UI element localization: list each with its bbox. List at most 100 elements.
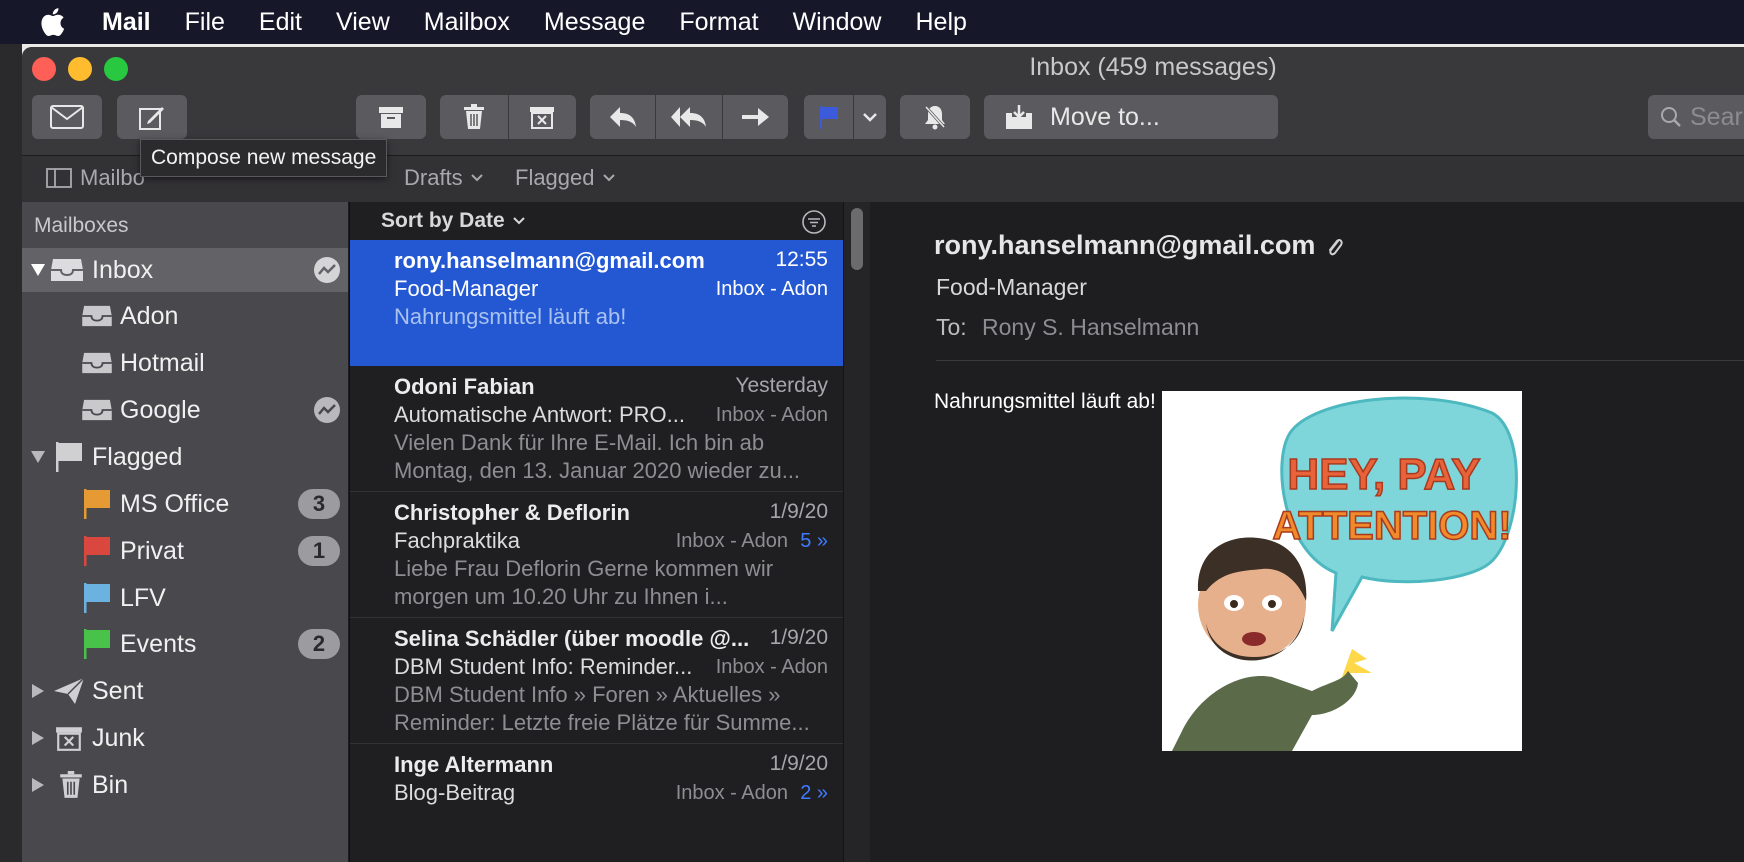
message-preview: Liebe Frau Deflorin Gerne kommen wir mor…: [394, 556, 774, 609]
drafts-favorite-button[interactable]: Drafts: [404, 165, 483, 191]
paper-plane-icon: [52, 676, 86, 706]
mailboxes-toggle-button[interactable]: Mailbo: [46, 165, 145, 191]
compose-tooltip: Compose new message: [140, 139, 388, 177]
message-date: 1/9/20: [769, 500, 828, 523]
search-placeholder: Sear: [1690, 102, 1743, 131]
filter-button[interactable]: [802, 210, 826, 240]
flagged-favorite-button[interactable]: Flagged: [515, 165, 615, 191]
scrollbar-thumb[interactable]: [851, 208, 863, 270]
apple-menu-icon[interactable]: [24, 0, 80, 44]
sidebar-item-junk[interactable]: Junk: [22, 716, 348, 760]
flag-group: [804, 95, 886, 139]
move-to-button[interactable]: Move to...: [984, 95, 1278, 139]
reply-group: [590, 95, 788, 139]
sidebar-item-google[interactable]: Google: [22, 388, 348, 432]
red-flag-icon: [80, 536, 114, 566]
message-row[interactable]: Selina Schädler (über moodle @... 1/9/20…: [350, 618, 844, 744]
mute-button[interactable]: [900, 95, 970, 139]
reply-button[interactable]: [590, 95, 655, 139]
sidebar-item-privat[interactable]: Privat 1: [22, 529, 348, 573]
menu-mailbox[interactable]: Mailbox: [424, 8, 510, 37]
inline-image-attachment[interactable]: HEY, PAY ATTENTION!: [1162, 391, 1522, 751]
green-flag-icon: [80, 629, 114, 659]
blue-flag-icon: [819, 106, 838, 129]
sidebar-item-adon[interactable]: Adon: [22, 294, 348, 338]
sidebar-item-hotmail[interactable]: Hotmail: [22, 341, 348, 385]
message-date: 1/9/20: [769, 752, 828, 775]
message-mailbox: Inbox - Adon: [715, 404, 828, 426]
archive-button[interactable]: [356, 95, 426, 139]
disclosure-triangle-icon[interactable]: [30, 262, 46, 278]
light-blue-flag-icon: [80, 583, 114, 613]
sidebar-item-label: Privat: [120, 536, 184, 565]
search-field[interactable]: Sear: [1648, 95, 1744, 139]
message-row[interactable]: Odoni Fabian Yesterday Automatische Antw…: [350, 366, 844, 492]
message-mailbox: Inbox - Adon: [715, 656, 828, 678]
inbox-tray-icon: [80, 395, 114, 425]
thread-count[interactable]: 5 »: [800, 530, 828, 553]
menu-window[interactable]: Window: [793, 8, 882, 37]
disclosure-triangle-icon[interactable]: [30, 777, 46, 793]
to-label: To:: [936, 314, 967, 340]
flag-button[interactable]: [804, 95, 853, 139]
message-subject: DBM Student Info: Reminder...: [394, 654, 693, 679]
message-mailbox: Inbox - Adon: [675, 782, 788, 804]
flag-dropdown-button[interactable]: [853, 95, 886, 139]
menu-help[interactable]: Help: [915, 8, 966, 37]
message-preview: DBM Student Info » Foren » Aktuelles » R…: [394, 682, 810, 735]
delete-button[interactable]: [440, 95, 508, 139]
sidebar-item-ms-office[interactable]: MS Office 3: [22, 482, 348, 526]
forward-button[interactable]: [721, 95, 788, 139]
menu-bar: Mail File Edit View Mailbox Message Form…: [0, 0, 1744, 44]
sidebar-item-lfv[interactable]: LFV: [22, 576, 348, 620]
message-preview: Vielen Dank für Ihre E-Mail. Ich bin ab …: [394, 430, 801, 483]
sort-by-date-button[interactable]: Sort by Date: [381, 209, 525, 233]
sidebar-item-inbox[interactable]: Inbox: [22, 248, 348, 292]
get-mail-button[interactable]: [32, 95, 102, 139]
sidebar-item-label: Events: [120, 629, 197, 658]
junk-button[interactable]: [507, 95, 577, 139]
message-sender: Odoni Fabian: [394, 374, 535, 399]
message-row[interactable]: rony.hanselmann@gmail.com 12:55 Food-Man…: [350, 240, 844, 366]
sidebar-item-label: Inbox: [92, 255, 154, 284]
chevron-down-icon: [512, 217, 525, 225]
inbox-tray-icon: [80, 348, 114, 378]
disclosure-triangle-icon[interactable]: [30, 683, 46, 699]
menu-view[interactable]: View: [336, 8, 390, 37]
thread-count[interactable]: 2 »: [800, 782, 828, 805]
disclosure-triangle-icon[interactable]: [30, 449, 46, 465]
image-text-line2: ATTENTION!: [1272, 504, 1511, 548]
menu-format[interactable]: Format: [679, 8, 758, 37]
reply-icon: [609, 107, 636, 127]
search-icon: [1661, 107, 1681, 127]
sidebar-item-label: Adon: [120, 301, 179, 330]
menu-file[interactable]: File: [185, 8, 225, 37]
sidebar-item-label: Flagged: [92, 442, 183, 471]
filter-icon: [802, 210, 826, 234]
envelope-icon: [50, 105, 84, 129]
recipient-name[interactable]: Rony S. Hanselmann: [982, 314, 1199, 341]
disclosure-triangle-icon[interactable]: [30, 730, 46, 746]
header-divider: [936, 360, 1744, 361]
mail-window: Inbox (459 messages) Move to... Sear Mai…: [22, 47, 1744, 862]
sidebar-item-label: LFV: [120, 583, 166, 612]
message-subject: Blog-Beitrag: [394, 780, 516, 805]
compose-button[interactable]: [117, 95, 187, 139]
chevron-down-icon: [863, 113, 878, 122]
image-text-line1: HEY, PAY: [1287, 450, 1480, 499]
menu-message[interactable]: Message: [544, 8, 645, 37]
message-row[interactable]: Christopher & Deflorin 1/9/20 Fachprakti…: [350, 492, 844, 618]
menu-app-name[interactable]: Mail: [102, 8, 151, 37]
sidebar-item-sent[interactable]: Sent: [22, 669, 348, 713]
sidebar-item-label: MS Office: [120, 489, 230, 518]
menu-edit[interactable]: Edit: [259, 8, 302, 37]
message-sender: Christopher & Deflorin: [394, 500, 630, 525]
sidebar-item-flagged[interactable]: Flagged: [22, 435, 348, 479]
sidebar-item-events[interactable]: Events 2: [22, 622, 348, 666]
reply-all-button[interactable]: [655, 95, 721, 139]
message-row[interactable]: Inge Altermann 1/9/20 Blog-Beitrag Inbox…: [350, 744, 844, 862]
message-list-scrollbar[interactable]: [843, 202, 870, 862]
sidebar-item-bin[interactable]: Bin: [22, 763, 348, 807]
message-subject: Automatische Antwort: PRO...: [394, 402, 686, 427]
flag-icon: [52, 442, 86, 472]
